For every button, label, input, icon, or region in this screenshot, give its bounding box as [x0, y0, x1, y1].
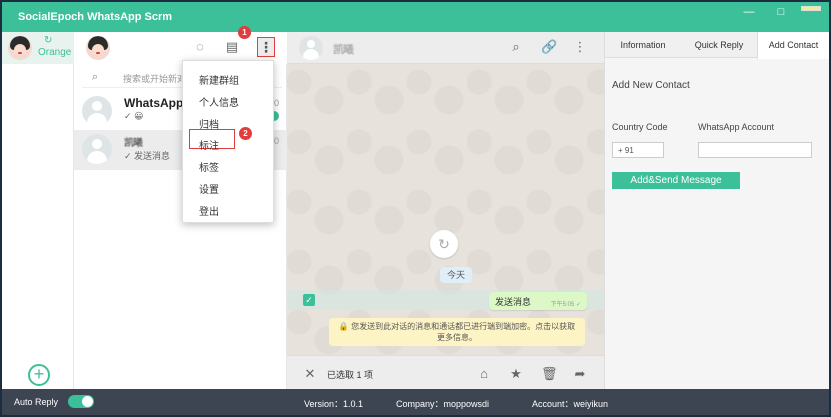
- menu-button[interactable]: ⋮: [257, 37, 275, 57]
- country-code-field[interactable]: + 91: [612, 142, 664, 158]
- account-name: Orange: [38, 47, 72, 58]
- tab-bar: Information Quick Reply Add Contact: [605, 32, 829, 59]
- close-icon[interactable]: ✕: [303, 366, 317, 382]
- contact-name[interactable]: 凯曦: [333, 41, 354, 57]
- panel-title: Add New Contact: [612, 80, 690, 91]
- message-checkbox[interactable]: ✓: [303, 294, 315, 306]
- avatar: [82, 96, 112, 126]
- chat-preview: ✓ 发送消息: [124, 151, 171, 161]
- whatsapp-account-field[interactable]: [698, 142, 812, 158]
- search-icon: ⌕: [92, 71, 99, 83]
- menu-item-settings[interactable]: 设置: [199, 181, 219, 196]
- status-bar: Auto Reply Version：1.0.1 Company：moppows…: [2, 389, 829, 415]
- add-send-button[interactable]: Add&Send Message: [612, 172, 740, 189]
- app-window: SocialEpoch WhatsApp Scrm — □ ↻ Orange +…: [0, 0, 831, 417]
- reload-icon[interactable]: ↻: [430, 230, 458, 258]
- account-text: Account：weiyikun: [532, 399, 609, 409]
- star-icon[interactable]: ★: [509, 366, 523, 382]
- new-chat-icon[interactable]: ▤: [225, 40, 239, 54]
- chat-preview: ✓ 😀: [124, 111, 144, 121]
- delete-icon[interactable]: 🗑: [541, 366, 558, 382]
- status-icon[interactable]: ◌: [193, 40, 207, 54]
- avatar[interactable]: [299, 36, 323, 60]
- message-text: 发送消息: [495, 297, 532, 307]
- search-icon[interactable]: ⌕: [509, 40, 523, 54]
- auto-reply-label: Auto Reply: [14, 397, 59, 407]
- menu-item-logout[interactable]: 登出: [199, 203, 219, 218]
- selected-count: 已选取 1 项: [327, 370, 374, 380]
- date-divider: 今天: [440, 267, 472, 283]
- step-badge-1: 1: [238, 26, 251, 39]
- account-sidebar: ↻ Orange +: [2, 32, 74, 389]
- outgoing-message[interactable]: 发送消息 下午5:05 ✓: [489, 292, 587, 310]
- tab-add-contact[interactable]: Add Contact: [757, 32, 829, 59]
- maximize-button[interactable]: □: [772, 6, 790, 18]
- country-code-label: Country Code: [612, 122, 668, 132]
- chat-time: 0: [273, 98, 279, 108]
- step-badge-2: 2: [239, 127, 252, 140]
- message-time: 下午5:05 ✓: [550, 302, 581, 308]
- menu-item-profile[interactable]: 个人信息: [199, 94, 239, 109]
- search-placeholder: 搜索或开始新对: [123, 74, 187, 84]
- tab-information[interactable]: Information: [605, 32, 681, 58]
- chat-time: 0: [273, 136, 279, 146]
- avatar[interactable]: [86, 36, 110, 60]
- app-title: SocialEpoch WhatsApp Scrm: [18, 11, 173, 23]
- encryption-notice[interactable]: 🔒 您发送到此对话的消息和通话都已进行端到端加密。点击以获取更多信息。: [329, 318, 585, 346]
- forward-icon[interactable]: ➦: [573, 366, 587, 382]
- tab-quick-reply[interactable]: Quick Reply: [681, 32, 757, 58]
- contact-panel: Information Quick Reply Add Contact Add …: [604, 32, 829, 389]
- company-text: Company：moppowsdi: [396, 399, 490, 409]
- label-icon[interactable]: ⌂: [477, 366, 491, 381]
- window-indicator: [801, 6, 821, 11]
- title-bar: SocialEpoch WhatsApp Scrm — □: [2, 2, 829, 32]
- add-account-button[interactable]: +: [28, 364, 50, 386]
- minimize-button[interactable]: —: [740, 6, 758, 18]
- dropdown-menu: 新建群组 个人信息 归档 标注 2 标签 设置 登出: [182, 60, 274, 223]
- menu-item-labels[interactable]: 标签: [199, 159, 219, 174]
- menu-icon[interactable]: ⋮: [573, 40, 587, 54]
- menu-item-new-group[interactable]: 新建群组: [199, 72, 239, 87]
- chat-name: 凯曦: [124, 138, 143, 149]
- conversation-panel: 凯曦 ⌕ 🔗 ⋮ ↻ 今天 ✓ 发送消息 下午5:05 ✓ 🔒 您发送到此对话的…: [287, 32, 604, 389]
- account-item[interactable]: ↻ Orange: [2, 32, 74, 64]
- avatar: [82, 134, 112, 164]
- version-text: Version：1.0.1: [304, 399, 364, 409]
- attach-icon[interactable]: 🔗: [541, 40, 557, 54]
- conversation-header: 凯曦 ⌕ 🔗 ⋮: [287, 32, 604, 64]
- selection-toolbar: ✕ 已选取 1 项 ⌂ ★ 🗑 ➦: [287, 355, 604, 389]
- message-area: [287, 64, 604, 355]
- whatsapp-account-label: WhatsApp Account: [698, 122, 775, 132]
- avatar: [8, 36, 32, 60]
- refresh-icon[interactable]: ↻: [44, 35, 52, 46]
- auto-reply-toggle[interactable]: [68, 395, 94, 408]
- menu-item-starred[interactable]: 标注: [199, 137, 219, 152]
